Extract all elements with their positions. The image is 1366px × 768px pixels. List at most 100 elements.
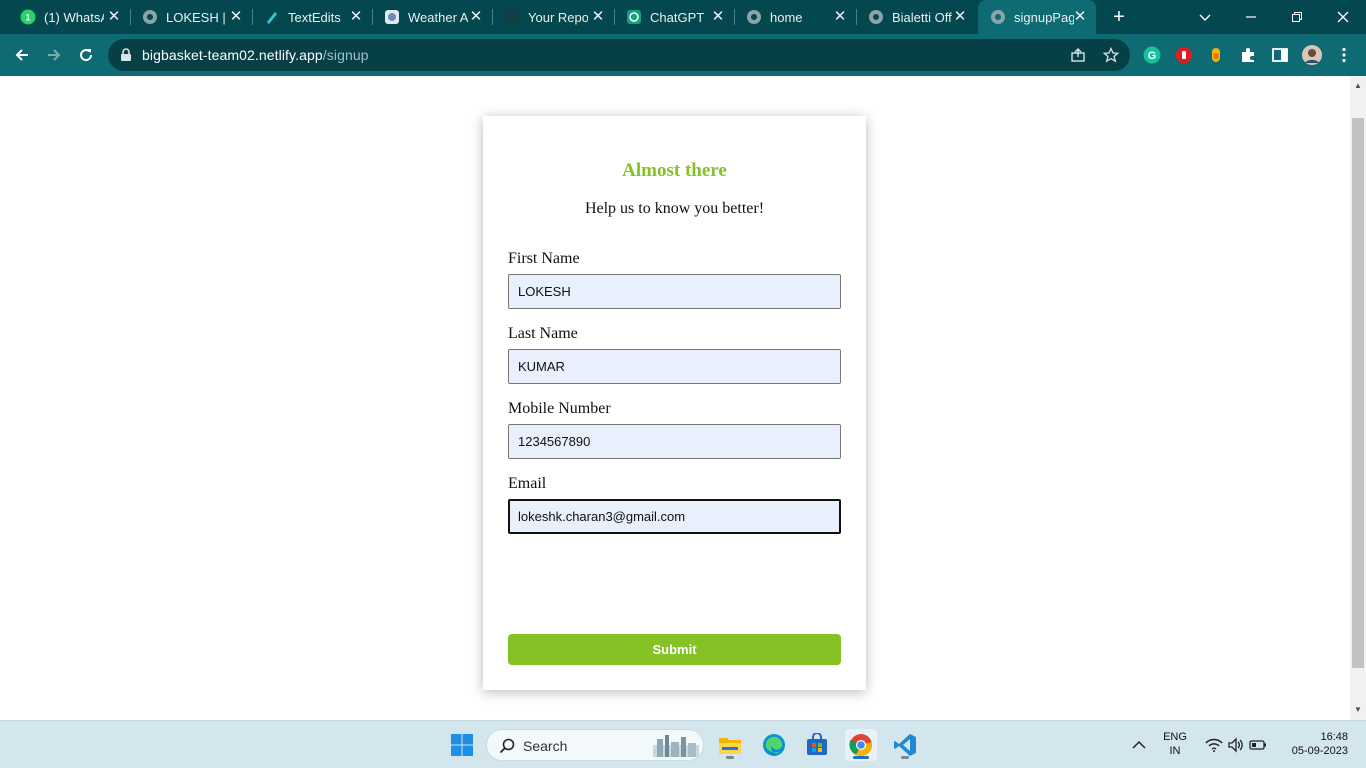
vscode-icon bbox=[894, 734, 916, 756]
chevron-down-icon bbox=[1199, 14, 1211, 21]
restore-button[interactable] bbox=[1274, 0, 1320, 34]
tab-title: signupPage bbox=[1014, 9, 1074, 25]
tab-chatgpt[interactable]: ChatGPT ✕ bbox=[614, 0, 734, 34]
show-hidden-icons-button[interactable] bbox=[1125, 729, 1153, 761]
language-code: ENG bbox=[1163, 731, 1187, 743]
start-button[interactable] bbox=[446, 729, 478, 761]
menu-button[interactable] bbox=[1334, 45, 1354, 65]
clock-date: 05-09-2023 bbox=[1291, 745, 1348, 757]
close-window-button[interactable] bbox=[1320, 0, 1366, 34]
clock-time: 16:48 bbox=[1320, 731, 1348, 743]
new-tab-button[interactable]: + bbox=[1108, 6, 1130, 28]
mobile-number-label: Mobile Number bbox=[508, 400, 611, 417]
language-region: IN bbox=[1169, 745, 1181, 757]
tab-title: Weather App bbox=[408, 9, 468, 25]
taskbar-search[interactable]: Search bbox=[486, 729, 704, 761]
edge-button[interactable] bbox=[758, 729, 790, 761]
tab-portfolio[interactable]: LOKESH | Portfolio ✕ bbox=[130, 0, 252, 34]
file-explorer-button[interactable] bbox=[714, 729, 746, 761]
email-label: Email bbox=[508, 475, 547, 492]
reload-icon bbox=[80, 49, 93, 62]
avatar[interactable] bbox=[1302, 45, 1322, 65]
last-name-input[interactable] bbox=[508, 349, 841, 384]
tab-title: (1) WhatsApp bbox=[44, 9, 104, 25]
mobile-number-input[interactable] bbox=[508, 424, 841, 459]
side-panel-icon[interactable] bbox=[1270, 45, 1290, 65]
tab-search-button[interactable] bbox=[1182, 0, 1228, 34]
close-icon[interactable]: ✕ bbox=[952, 9, 968, 25]
whatsapp-icon: 1 bbox=[20, 9, 36, 25]
browser-tab-strip: 1 (1) WhatsApp ✕ LOKESH | Portfolio ✕ Te… bbox=[0, 0, 1366, 34]
tab-weather[interactable]: Weather App ✕ bbox=[372, 0, 492, 34]
close-icon bbox=[1337, 11, 1349, 23]
search-highlight-illustration-icon bbox=[653, 735, 699, 757]
url-path: /signup bbox=[322, 47, 369, 63]
grammarly-icon[interactable]: G bbox=[1142, 45, 1162, 65]
tab-repositories[interactable]: Your Repositories ✕ bbox=[492, 0, 614, 34]
submit-button[interactable]: Submit bbox=[508, 634, 841, 665]
weather-icon bbox=[384, 9, 400, 25]
minimize-icon bbox=[1246, 16, 1256, 18]
close-icon[interactable]: ✕ bbox=[106, 9, 122, 25]
active-indicator bbox=[853, 756, 869, 759]
share-icon[interactable] bbox=[1070, 47, 1086, 63]
puzzle-icon[interactable] bbox=[1238, 45, 1258, 65]
search-placeholder: Search bbox=[523, 738, 568, 754]
scroll-thumb[interactable] bbox=[1352, 118, 1364, 668]
microsoft-store-button[interactable] bbox=[801, 729, 833, 761]
star-icon[interactable] bbox=[1103, 47, 1119, 63]
tab-title: LOKESH | Portfolio bbox=[166, 9, 226, 25]
close-icon[interactable]: ✕ bbox=[710, 9, 726, 25]
forward-button[interactable] bbox=[40, 41, 68, 69]
tab-title: TextEdits bbox=[288, 9, 341, 25]
folder-icon bbox=[719, 738, 741, 754]
first-name-label: First Name bbox=[508, 250, 580, 267]
running-indicator bbox=[726, 756, 734, 759]
close-icon[interactable]: ✕ bbox=[228, 9, 244, 25]
reload-button[interactable] bbox=[72, 41, 100, 69]
close-icon[interactable]: ✕ bbox=[590, 9, 606, 25]
close-icon[interactable]: ✕ bbox=[468, 9, 484, 25]
close-icon[interactable]: ✕ bbox=[832, 9, 848, 25]
more-vertical-icon bbox=[1342, 47, 1346, 63]
vscode-button[interactable] bbox=[889, 729, 921, 761]
tab-signup-page[interactable]: signupPage ✕ bbox=[978, 0, 1096, 34]
tab-bialetti[interactable]: Bialetti Official ✕ bbox=[856, 0, 976, 34]
back-button[interactable] bbox=[8, 41, 36, 69]
running-indicator bbox=[901, 756, 909, 759]
pen-icon bbox=[264, 9, 280, 25]
scroll-up-icon[interactable]: ▲ bbox=[1354, 82, 1362, 90]
address-bar[interactable]: bigbasket-team02.netlify.app/signup bbox=[108, 39, 1130, 71]
url-host: bigbasket-team02.netlify.app bbox=[142, 47, 323, 63]
scroll-down-icon[interactable]: ▼ bbox=[1354, 706, 1362, 714]
svg-text:G: G bbox=[1148, 50, 1157, 62]
tab-title: Bialetti Official bbox=[892, 9, 952, 25]
first-name-input[interactable] bbox=[508, 274, 841, 309]
tab-whatsapp[interactable]: 1 (1) WhatsApp ✕ bbox=[8, 0, 130, 34]
clock[interactable]: 16:48 05-09-2023 bbox=[1282, 731, 1352, 757]
close-icon[interactable]: ✕ bbox=[1072, 9, 1088, 25]
page-content: Almost there Help us to know you better!… bbox=[0, 76, 1350, 720]
language-indicator[interactable]: ENG IN bbox=[1158, 731, 1192, 757]
edge-icon bbox=[763, 734, 785, 756]
url-text: bigbasket-team02.netlify.app/signup bbox=[142, 47, 369, 63]
email-input[interactable] bbox=[508, 499, 841, 534]
signup-card: Almost there Help us to know you better!… bbox=[483, 116, 866, 690]
form-subtitle: Help us to know you better! bbox=[584, 200, 765, 217]
last-name-label: Last Name bbox=[508, 325, 578, 342]
globe-icon bbox=[746, 9, 762, 25]
chrome-button[interactable] bbox=[845, 729, 877, 761]
windows-logo-icon bbox=[451, 734, 473, 756]
minimize-button[interactable] bbox=[1228, 0, 1274, 34]
adblock-icon[interactable] bbox=[1174, 45, 1194, 65]
chevron-up-icon bbox=[1132, 740, 1146, 749]
extension-icon[interactable] bbox=[1206, 45, 1226, 65]
quick-settings-button[interactable] bbox=[1200, 729, 1272, 761]
windows-taskbar: Search ENG IN 16:48 05-09-2023 bbox=[0, 720, 1366, 768]
chrome-icon bbox=[849, 734, 872, 756]
tab-home[interactable]: home ✕ bbox=[734, 0, 856, 34]
close-icon[interactable]: ✕ bbox=[348, 9, 364, 25]
battery-icon bbox=[1249, 740, 1266, 750]
tab-textedits[interactable]: TextEdits ✕ bbox=[252, 0, 372, 34]
page-scrollbar[interactable]: ▲ ▼ bbox=[1350, 76, 1366, 720]
